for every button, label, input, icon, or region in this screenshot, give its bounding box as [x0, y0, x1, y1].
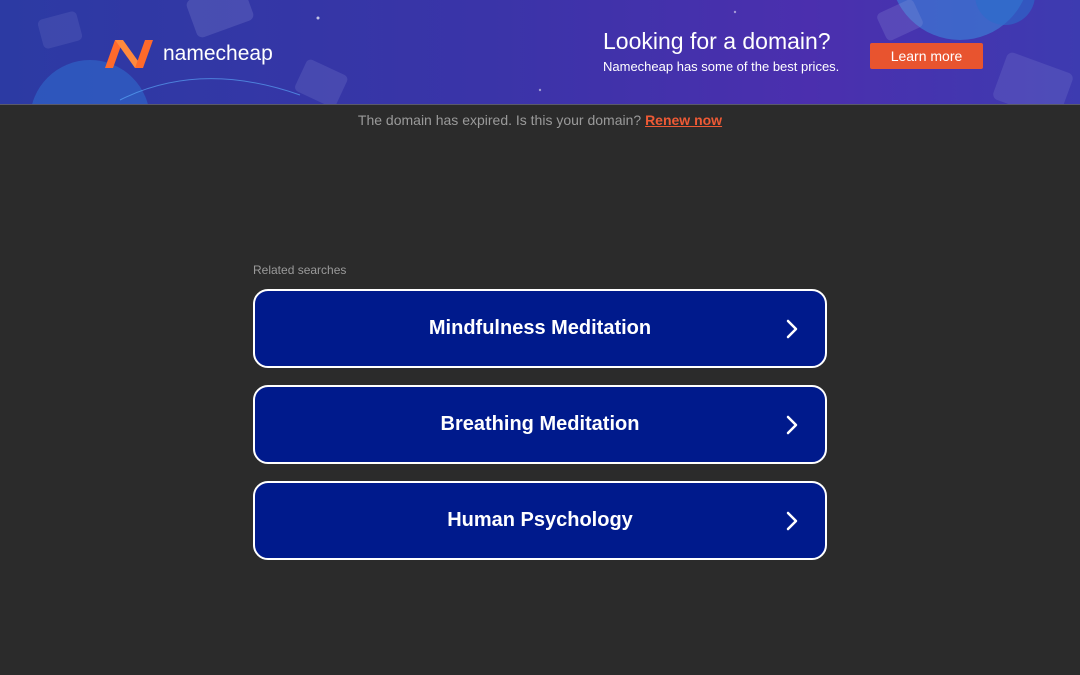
namecheap-logo-icon — [105, 40, 153, 68]
chevron-right-icon — [786, 319, 798, 338]
related-search-item[interactable]: Breathing Meditation — [253, 385, 827, 464]
related-search-label: Breathing Meditation — [440, 413, 640, 435]
related-search-item[interactable]: Mindfulness Meditation — [253, 289, 827, 368]
chevron-right-icon — [786, 415, 798, 434]
related-search-label: Human Psychology — [447, 509, 633, 531]
chevron-right-icon — [786, 511, 798, 530]
related-searches-list: Mindfulness Meditation Breathing Meditat… — [253, 289, 827, 577]
promo-subtitle: Namecheap has some of the best prices. — [603, 59, 840, 74]
related-searches-heading: Related searches — [253, 263, 347, 277]
expired-text: The domain has expired. Is this your dom… — [357, 112, 642, 128]
related-search-item[interactable]: Human Psychology — [253, 481, 827, 560]
promo-title: Looking for a domain? — [603, 28, 831, 54]
domain-expired-notice: The domain has expired. Is this your dom… — [0, 112, 1080, 128]
learn-more-button[interactable]: Learn more — [870, 43, 983, 69]
related-search-label: Mindfulness Meditation — [428, 317, 652, 339]
namecheap-logo[interactable]: namecheap — [103, 37, 273, 71]
promo-banner[interactable]: namecheap Looking for a domain? Namechea… — [0, 0, 1080, 105]
renew-now-link[interactable]: Renew now — [645, 112, 722, 128]
brand-name: namecheap — [163, 42, 273, 65]
